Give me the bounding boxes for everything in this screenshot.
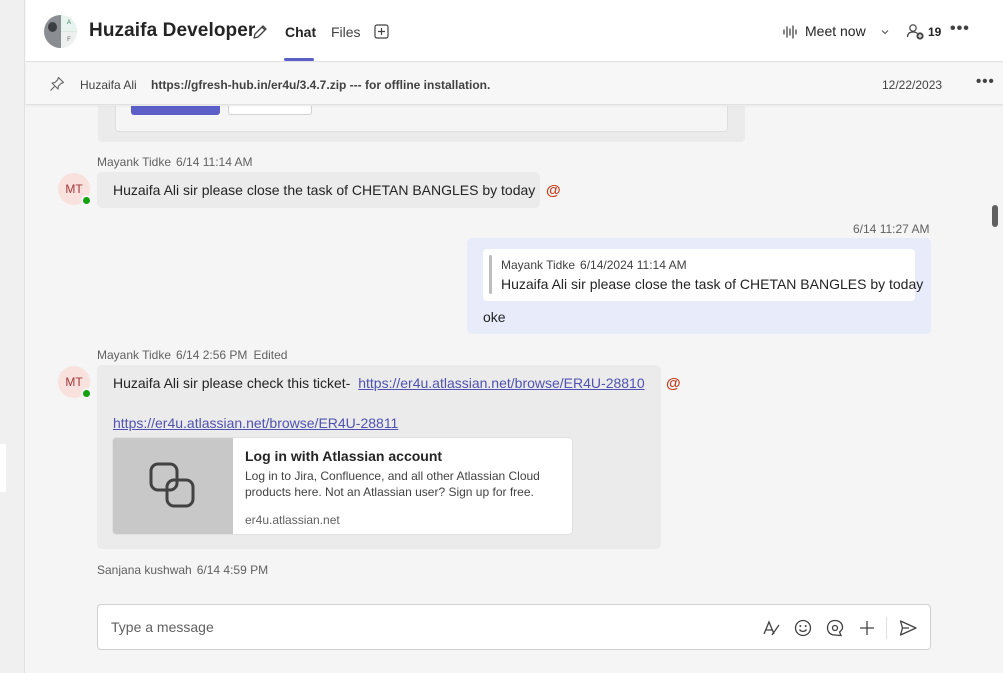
avatar-initial-f: F — [61, 32, 77, 48]
message-input[interactable] — [111, 619, 711, 635]
avatar-initial-a: A — [61, 15, 77, 31]
edited-label: Edited — [253, 348, 288, 362]
participants-count[interactable]: 19 — [928, 25, 941, 39]
people-add-icon[interactable] — [906, 23, 925, 41]
previous-card-secondary-button[interactable] — [228, 106, 312, 115]
pinned-text: https://gfresh-hub.in/er4u/3.4.7.zip ---… — [151, 78, 491, 92]
previous-card-primary-button[interactable] — [131, 106, 220, 115]
message-body: sir please close the task of CHETAN BANG… — [183, 182, 536, 198]
presence-available-icon — [81, 388, 92, 399]
pin-icon — [50, 76, 65, 91]
plus-icon[interactable] — [857, 618, 877, 638]
ticket-link[interactable]: https://er4u.atlassian.net/browse/ER4U-2… — [358, 375, 644, 391]
message-meta: Mayank Tidke 6/14 2:56 PM Edited — [97, 348, 287, 362]
message-text: Huzaifa Ali sir please close the task of… — [113, 182, 535, 198]
message-time: 6/14 2:56 PM — [176, 348, 248, 362]
message-author: Mayank Tidke — [97, 155, 172, 169]
quote-bar — [489, 255, 492, 294]
chevron-down-icon[interactable] — [880, 27, 890, 37]
link-preview-title: Log in with Atlassian account — [245, 448, 443, 464]
pinned-message-bar[interactable]: Huzaifa Ali https://gfresh-hub.in/er4u/3… — [26, 63, 1003, 105]
message-list: Mayank Tidke 6/14 11:14 AM MT Huzaifa Ali… — [26, 106, 1003, 576]
link-preview-card[interactable]: Log in with Atlassian account Log in to … — [112, 437, 573, 535]
chat-pane: A F Huzaifa Developer Chat Files Meet no… — [26, 0, 1003, 673]
scrollbar-thumb[interactable] — [992, 205, 998, 227]
tab-files[interactable]: Files — [331, 24, 361, 40]
left-rail — [0, 0, 25, 673]
quote-meta: Mayank Tidke 6/14/2024 11:14 AM — [501, 258, 687, 272]
message-body: sir please check this ticket- — [183, 375, 351, 391]
mention[interactable]: Huzaifa Ali — [113, 375, 179, 391]
message-text: oke — [483, 309, 506, 325]
add-tab-icon[interactable] — [374, 24, 389, 39]
meet-audio-icon[interactable] — [782, 24, 798, 40]
ticket-link[interactable]: https://er4u.atlassian.net/browse/ER4U-2… — [113, 415, 398, 431]
avatar[interactable]: MT — [58, 366, 92, 399]
format-icon[interactable] — [761, 618, 781, 638]
message-time: 6/14 11:14 AM — [176, 155, 253, 169]
message-meta: Mayank Tidke 6/14 11:14 AM — [97, 155, 253, 169]
avatar-photo-segment — [44, 15, 61, 48]
pinned-more-icon[interactable]: ••• — [976, 73, 995, 90]
meet-now-button[interactable]: Meet now — [805, 23, 866, 39]
emoji-icon[interactable] — [793, 618, 813, 638]
mention-at-icon: @ — [546, 182, 561, 199]
quote-time: 6/14/2024 11:14 AM — [580, 258, 687, 272]
left-rail-notch — [0, 444, 6, 492]
avatar[interactable]: MT — [58, 173, 92, 206]
link-preview-thumbnail — [113, 438, 233, 534]
loop-link-icon — [149, 462, 195, 508]
message-author: Mayank Tidke — [97, 348, 172, 362]
avatar-initials: MT — [65, 182, 83, 196]
tab-chat-active-indicator — [284, 58, 314, 61]
message-meta: Sanjana kushwah 6/14 4:59 PM — [97, 563, 268, 576]
chat-title: Huzaifa Developer — [89, 20, 256, 41]
message-text: Huzaifa Ali sir please check this ticket… — [113, 375, 645, 391]
quote-author: Mayank Tidke — [501, 258, 576, 272]
presence-available-icon — [81, 195, 92, 206]
chat-header: A F Huzaifa Developer Chat Files Meet no… — [26, 0, 1003, 62]
quote-text: Huzaifa Ali sir please close the task of… — [501, 276, 924, 292]
tab-chat[interactable]: Chat — [285, 24, 316, 40]
send-icon[interactable] — [898, 618, 918, 638]
group-avatar[interactable]: A F — [44, 15, 77, 48]
message-time: 6/14 11:27 AM — [853, 222, 930, 236]
pinned-date: 12/22/2023 — [882, 78, 943, 92]
pencil-icon[interactable] — [251, 23, 269, 41]
composer-divider — [886, 617, 887, 639]
mention-at-icon: @ — [666, 375, 681, 392]
avatar-initials: MT — [65, 375, 83, 389]
loop-icon[interactable] — [825, 618, 845, 638]
quoted-reply[interactable] — [483, 249, 915, 301]
link-preview-description: Log in to Jira, Confluence, and all othe… — [245, 469, 540, 499]
message-composer[interactable] — [97, 604, 931, 650]
pinned-author: Huzaifa Ali — [80, 78, 137, 92]
more-options-icon[interactable]: ••• — [950, 20, 970, 38]
message-time: 6/14 4:59 PM — [196, 563, 269, 576]
message-author: Sanjana kushwah — [97, 563, 192, 576]
link-preview-domain: er4u.atlassian.net — [245, 513, 340, 527]
mention[interactable]: Huzaifa Ali — [113, 182, 179, 198]
message-meta-self: 6/14 11:27 AM — [853, 222, 930, 236]
